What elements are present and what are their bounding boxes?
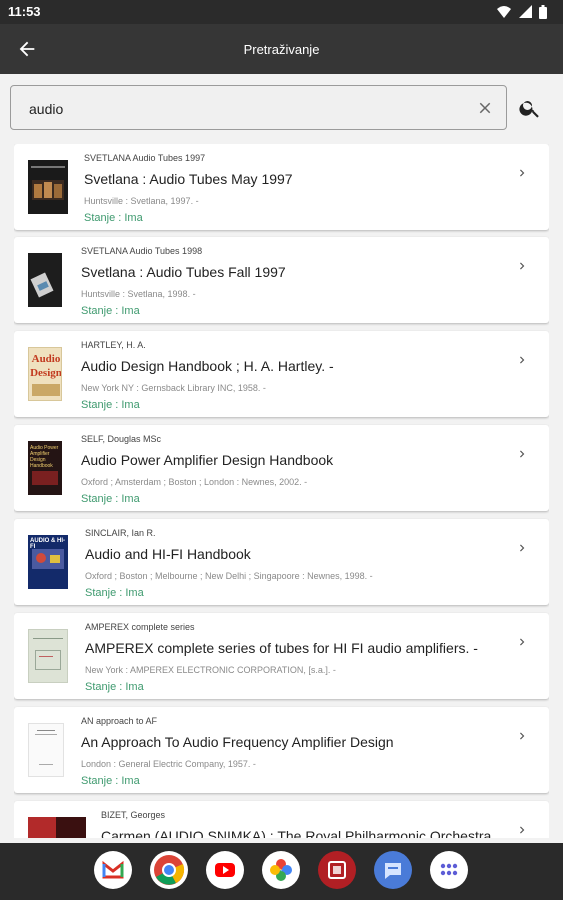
- chevron-right-icon: [520, 450, 525, 458]
- result-card[interactable]: AUDIO & HI-FI SINCLAIR, Ian R. Audio and…: [14, 519, 549, 605]
- result-card[interactable]: AMPEREX complete series AMPEREX complete…: [14, 613, 549, 699]
- result-author: AMPEREX complete series: [85, 622, 195, 632]
- book-cover: AUDIO & HI-FI: [28, 535, 68, 589]
- result-publication: London : General Electric Company, 1957.…: [81, 759, 256, 769]
- result-publication: New York : AMPEREX ELECTRONIC CORPORATIO…: [85, 665, 336, 675]
- cover-text: Design: [30, 367, 62, 379]
- result-title: Audio Power Amplifier Design Handbook: [81, 452, 334, 468]
- result-status: Stanje : Ima: [81, 493, 140, 505]
- signal-icon: [518, 5, 532, 18]
- book-cover: [28, 723, 64, 777]
- result-author: AN approach to AF: [81, 716, 158, 726]
- status-icons: [494, 5, 547, 19]
- result-status: Stanje : Ima: [85, 587, 144, 599]
- wifi-icon: [497, 6, 512, 18]
- chevron-right-icon: [520, 732, 525, 740]
- result-status: Stanje : Ima: [81, 775, 140, 787]
- app-dock: [0, 843, 563, 900]
- search-input[interactable]: [27, 96, 431, 122]
- result-card[interactable]: AN approach to AF An Approach To Audio F…: [14, 707, 549, 793]
- result-status: Stanje : Ima: [81, 399, 140, 411]
- chevron-right-icon: [520, 169, 525, 177]
- clock: 11:53: [8, 4, 41, 19]
- gmail-icon[interactable]: [94, 851, 132, 889]
- app-icon[interactable]: [318, 851, 356, 889]
- result-status: Stanje : Ima: [85, 681, 144, 693]
- chevron-right-icon: [520, 544, 525, 552]
- result-publication: Oxford ; Amsterdam ; Boston ; London : N…: [81, 477, 308, 487]
- result-card[interactable]: Audio Power Amplifier Design Handbook SE…: [14, 425, 549, 511]
- search-field[interactable]: [10, 85, 507, 130]
- app-drawer-icon[interactable]: [430, 851, 468, 889]
- result-title: Audio Design Handbook ; H. A. Hartley. -: [81, 358, 334, 374]
- chevron-right-icon: [520, 826, 525, 834]
- cover-text: Audio Power Amplifier Design Handbook: [30, 445, 59, 469]
- chevron-right-icon: [520, 262, 525, 270]
- clear-icon[interactable]: [476, 99, 494, 117]
- battery-icon: [539, 5, 547, 19]
- result-author: HARTLEY, H. A.: [81, 340, 146, 350]
- result-author: SINCLAIR, Ian R.: [85, 528, 156, 538]
- cover-text: Audio: [31, 353, 61, 365]
- result-title: AMPEREX complete series of tubes for HI …: [85, 640, 478, 656]
- chevron-right-icon: [520, 356, 525, 364]
- results-list[interactable]: SVETLANA Audio Tubes 1997 Svetlana : Aud…: [14, 144, 549, 838]
- status-bar: 11:53: [0, 0, 563, 24]
- result-title: Svetlana : Audio Tubes May 1997: [84, 171, 293, 187]
- result-author: SVETLANA Audio Tubes 1998: [81, 246, 203, 256]
- result-title: Carmen (AUDIO SNIMKA) : The Royal Philha…: [101, 828, 492, 838]
- chevron-right-icon: [520, 638, 525, 646]
- result-card[interactable]: Audio Design HARTLEY, H. A. Audio Design…: [14, 331, 549, 417]
- result-title: Svetlana : Audio Tubes Fall 1997: [81, 264, 286, 280]
- result-status: Stanje : Ima: [81, 305, 140, 317]
- result-author: SELF, Douglas MSc: [81, 434, 162, 444]
- youtube-icon[interactable]: [206, 851, 244, 889]
- book-cover: Audio Design: [28, 347, 62, 401]
- result-publication: Huntsville : Svetlana, 1998. -: [81, 289, 196, 299]
- photos-icon[interactable]: [262, 851, 300, 889]
- book-cover: [28, 629, 68, 683]
- result-author: SVETLANA Audio Tubes 1997: [84, 153, 206, 163]
- result-card[interactable]: SVETLANA Audio Tubes 1998 Svetlana : Aud…: [14, 237, 549, 323]
- result-author: BIZET, Georges: [101, 810, 166, 820]
- result-publication: New York NY : Gernsback Library INC, 195…: [81, 383, 266, 393]
- result-publication: Huntsville : Svetlana, 1997. -: [84, 196, 199, 206]
- app-bar: Pretraživanje: [0, 24, 563, 74]
- chrome-icon[interactable]: [150, 851, 188, 889]
- book-cover: [28, 253, 62, 307]
- book-cover: Audio Power Amplifier Design Handbook: [28, 441, 62, 495]
- result-title: Audio and HI-FI Handbook: [85, 546, 251, 562]
- book-cover: [28, 817, 86, 838]
- result-card[interactable]: SVETLANA Audio Tubes 1997 Svetlana : Aud…: [14, 144, 549, 230]
- search-icon[interactable]: [518, 96, 542, 120]
- result-status: Stanje : Ima: [84, 212, 143, 224]
- result-publication: Oxford ; Boston ; Melbourne ; New Delhi …: [85, 571, 373, 581]
- result-title: An Approach To Audio Frequency Amplifier…: [81, 734, 394, 750]
- book-cover: [28, 160, 68, 214]
- messages-icon[interactable]: [374, 851, 412, 889]
- result-card[interactable]: BIZET, Georges Carmen (AUDIO SNIMKA) : T…: [14, 801, 549, 838]
- page-title: Pretraživanje: [243, 42, 320, 57]
